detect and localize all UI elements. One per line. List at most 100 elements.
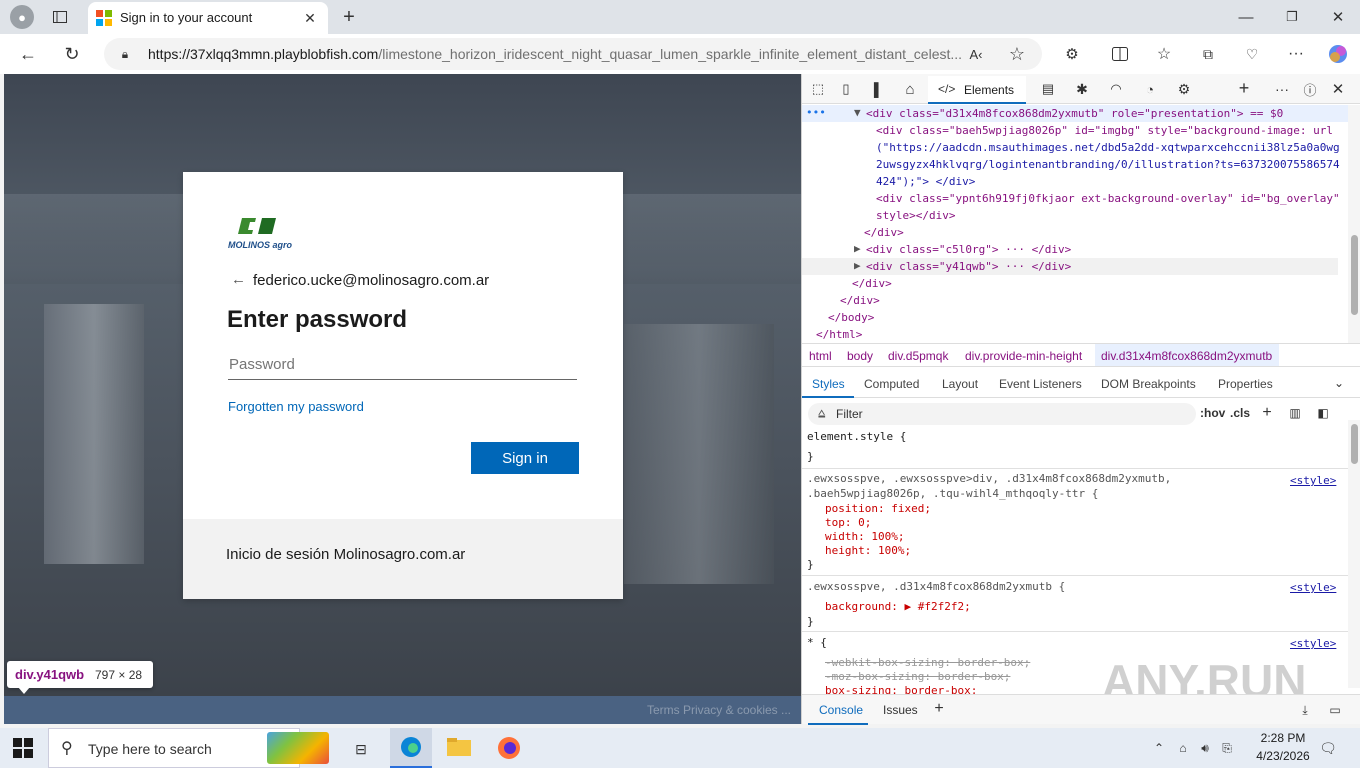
- tab-active[interactable]: Sign in to your account ✕: [88, 2, 328, 34]
- volume-icon[interactable]: 🔊︎: [1196, 738, 1214, 758]
- tab-actions-icon[interactable]: [48, 6, 72, 28]
- more-tools-plus-icon[interactable]: +: [1234, 78, 1254, 98]
- rule-selector[interactable]: .ewxsosspve, .ewxsosspve>div, .d31x4m8fc…: [807, 472, 1171, 485]
- css-property[interactable]: height: 100%;: [825, 544, 911, 557]
- devtools-close-icon[interactable]: ✕: [1328, 79, 1348, 99]
- tab-layout[interactable]: Layout: [942, 377, 978, 391]
- dom-line[interactable]: 424");"> </div>: [876, 175, 975, 188]
- close-drawer-icon[interactable]: ▭: [1326, 701, 1344, 719]
- forgot-password-link[interactable]: Forgotten my password: [228, 399, 364, 414]
- chevron-down-icon[interactable]: ⌄: [1330, 374, 1348, 392]
- dom-line[interactable]: </html>: [816, 328, 862, 341]
- back-icon[interactable]: ←: [16, 42, 40, 66]
- clock-date[interactable]: 4/23/2026: [1247, 749, 1319, 763]
- tab-event-listeners[interactable]: Event Listeners: [999, 377, 1082, 391]
- settings-gear-icon[interactable]: ⚙: [1174, 79, 1194, 99]
- dock-side-icon[interactable]: ▐: [864, 79, 884, 99]
- identity-email[interactable]: federico.ucke@molinosagro.com.ar: [253, 272, 489, 289]
- favorite-star-icon[interactable]: ☆: [1006, 43, 1028, 65]
- css-property[interactable]: position: fixed;: [825, 502, 931, 515]
- notifications-icon[interactable]: 🗨︎: [1318, 738, 1338, 758]
- split-screen-icon[interactable]: [1108, 42, 1132, 66]
- css-property[interactable]: background: ▶ #f2f2f2;: [825, 600, 971, 613]
- dom-line[interactable]: <div class="c5l0rg"> ··· </div>: [866, 243, 1071, 256]
- dom-line[interactable]: ("https://aadcdn.msauthimages.net/dbd5a2…: [876, 141, 1340, 154]
- refresh-icon[interactable]: ↻: [60, 42, 84, 66]
- windows-start-icon[interactable]: [13, 738, 33, 758]
- rule-selector[interactable]: element.style {: [807, 430, 906, 443]
- ime-icon[interactable]: ⎘: [1218, 738, 1236, 758]
- breadcrumb-item[interactable]: body: [847, 349, 873, 363]
- collections-icon[interactable]: ⧉: [1196, 42, 1220, 66]
- footer-links[interactable]: Terms Privacy & cookies ...: [647, 703, 791, 717]
- help-icon[interactable]: ⓘ: [1300, 79, 1320, 99]
- restore-icon[interactable]: ❐: [1280, 6, 1304, 28]
- tab-properties[interactable]: Properties: [1218, 377, 1273, 391]
- rule-selector-continued[interactable]: .baeh5wpjiag8026p, .tqu-wihl4_mthqoqly-t…: [807, 487, 1098, 500]
- tab-issues[interactable]: Issues: [883, 703, 918, 717]
- tab-dom-breakpoints[interactable]: DOM Breakpoints: [1101, 377, 1196, 391]
- styles-filter-input[interactable]: ⩠ Filter: [808, 403, 1196, 425]
- dom-line[interactable]: </div>: [852, 277, 892, 290]
- rule-source-link[interactable]: <style>: [1290, 637, 1336, 650]
- tab-elements[interactable]: </> Elements: [928, 76, 1026, 104]
- profile-avatar-icon[interactable]: ●: [10, 5, 34, 29]
- rule-selector[interactable]: * {: [807, 636, 827, 649]
- hov-toggle[interactable]: :hov: [1200, 406, 1225, 420]
- expand-triangle-icon[interactable]: ▼: [854, 106, 861, 119]
- dom-line[interactable]: <div class="y41qwb"> ··· </div>: [866, 260, 1071, 273]
- breadcrumb-item[interactable]: div.d5pmqk: [888, 349, 948, 363]
- minimize-icon[interactable]: —: [1234, 6, 1258, 28]
- extensions-icon[interactable]: ⚙: [1060, 42, 1084, 66]
- cls-toggle[interactable]: .cls: [1230, 406, 1250, 420]
- firefox-icon[interactable]: [497, 736, 521, 760]
- new-style-rule-icon[interactable]: +: [1258, 404, 1276, 422]
- tab-styles[interactable]: Styles: [802, 370, 854, 398]
- address-bar[interactable]: 🔒︎ https://37xlqq3mmn.playblobfish.com/l…: [104, 38, 1042, 70]
- collapse-triangle-icon[interactable]: ▶: [854, 242, 861, 255]
- dom-line[interactable]: <div class="d31x4m8fcox868dm2yxmutb" rol…: [866, 107, 1283, 120]
- rule-source-link[interactable]: <style>: [1290, 581, 1336, 594]
- taskbar-edge[interactable]: [390, 728, 432, 768]
- css-property[interactable]: top: 0;: [825, 516, 871, 529]
- network-icon[interactable]: ⌂: [1174, 738, 1192, 758]
- task-view-icon[interactable]: ⊟: [350, 738, 372, 760]
- styles-scrollbar[interactable]: [1348, 420, 1360, 688]
- dom-scrollbar[interactable]: [1348, 105, 1360, 343]
- tab-console[interactable]: Console: [808, 695, 868, 725]
- more-menu-icon[interactable]: ···: [1284, 42, 1308, 66]
- taskbar-search-box[interactable]: ⚲ Type here to search: [48, 728, 329, 768]
- device-emulation-icon[interactable]: ▯: [836, 79, 856, 99]
- rule-source-link[interactable]: <style>: [1290, 474, 1336, 487]
- read-aloud-icon[interactable]: A‹: [966, 44, 986, 64]
- dom-line[interactable]: </div>: [840, 294, 880, 307]
- dom-line[interactable]: <div class="baeh5wpjiag8026p" id="imgbg"…: [876, 124, 1333, 137]
- sources-bug-icon[interactable]: ✱: [1072, 79, 1092, 99]
- breadcrumb-item[interactable]: div.provide-min-height: [965, 349, 1082, 363]
- tray-overflow-chevron-icon[interactable]: ⌃: [1150, 738, 1168, 758]
- browser-essentials-icon[interactable]: ♡: [1240, 42, 1264, 66]
- clock-time[interactable]: 2:28 PM: [1255, 731, 1311, 745]
- devtools-more-icon[interactable]: ···: [1272, 79, 1292, 99]
- file-explorer-icon[interactable]: [446, 736, 472, 758]
- add-drawer-tab-icon[interactable]: +: [930, 700, 948, 718]
- dom-line[interactable]: </body>: [828, 311, 874, 324]
- lock-icon[interactable]: 🔒︎: [116, 45, 134, 63]
- password-input[interactable]: [228, 350, 577, 380]
- performance-icon[interactable]: ◔: [1140, 79, 1160, 99]
- dom-line[interactable]: <div class="ypnt6h919fj0fkjaor ext-backg…: [876, 192, 1340, 205]
- collapse-triangle-icon[interactable]: ▶: [854, 259, 861, 272]
- toggle-sidebar-icon[interactable]: ◧: [1314, 404, 1332, 422]
- inspect-element-icon[interactable]: ⬚: [808, 79, 828, 99]
- element-state-icon[interactable]: ▥: [1286, 404, 1304, 422]
- breadcrumb-item[interactable]: html: [809, 349, 832, 363]
- css-property[interactable]: width: 100%;: [825, 530, 904, 543]
- welcome-home-icon[interactable]: ⌂: [900, 79, 920, 99]
- new-tab-icon[interactable]: +: [338, 5, 360, 29]
- sign-in-button[interactable]: Sign in: [471, 442, 579, 474]
- favorites-icon[interactable]: ☆: [1152, 42, 1176, 66]
- tab-close-icon[interactable]: ✕: [300, 8, 320, 28]
- dom-line[interactable]: style></div>: [876, 209, 955, 222]
- css-property-overridden[interactable]: -moz-box-sizing: border-box;: [825, 670, 1010, 683]
- network-wifi-icon[interactable]: ◠: [1106, 79, 1126, 99]
